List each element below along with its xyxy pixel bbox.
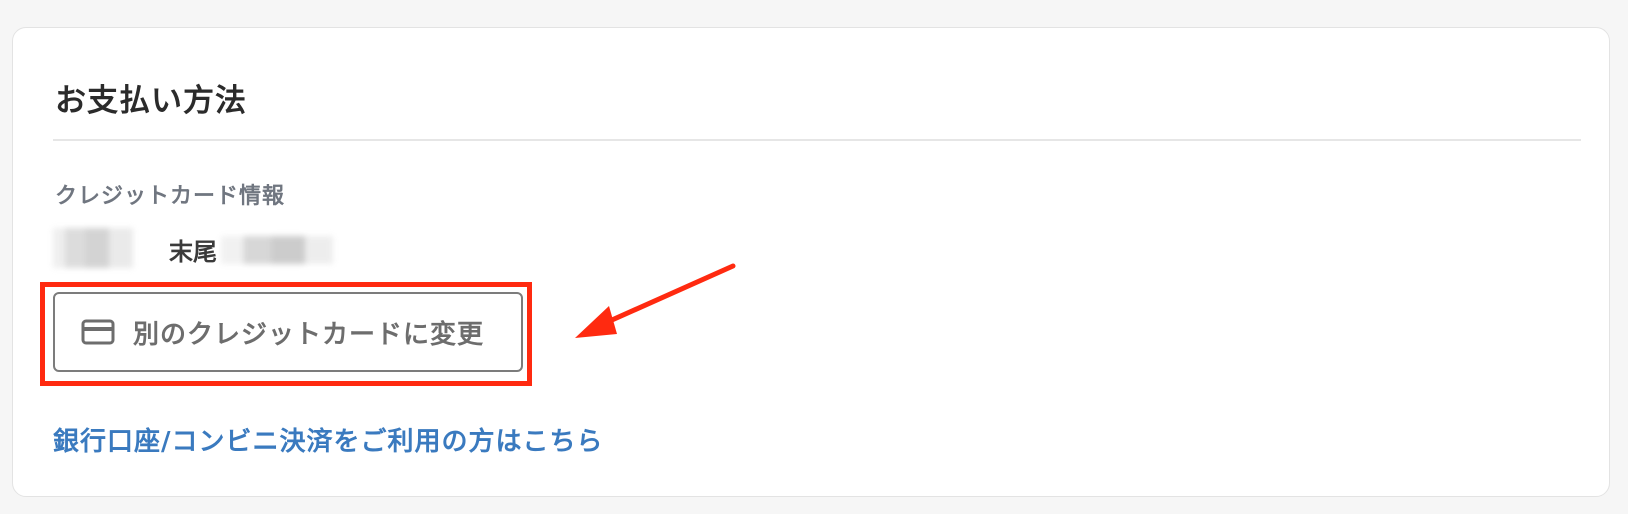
annotation-arrow-icon [575, 263, 736, 338]
section-divider [53, 139, 1581, 141]
saved-card-row: 末尾 [53, 222, 353, 282]
card-last-digits-prefix: 末尾 [169, 238, 217, 266]
card-last-digits-blurred [221, 236, 333, 264]
change-credit-card-button[interactable]: 別のクレジットカードに変更 [53, 292, 523, 372]
card-brand-blurred [53, 228, 133, 268]
payment-method-card: お支払い方法 クレジットカード情報 末尾 別のクレジットカードに変更 銀行口座/… [12, 27, 1610, 497]
section-title: お支払い方法 [55, 83, 247, 119]
credit-card-icon [81, 319, 115, 345]
change-credit-card-label: 別のクレジットカードに変更 [133, 319, 485, 350]
alt-payment-method-link[interactable]: 銀行口座/コンビニ決済をご利用の方はこちら [53, 421, 604, 458]
credit-card-info-label: クレジットカード情報 [55, 184, 286, 209]
